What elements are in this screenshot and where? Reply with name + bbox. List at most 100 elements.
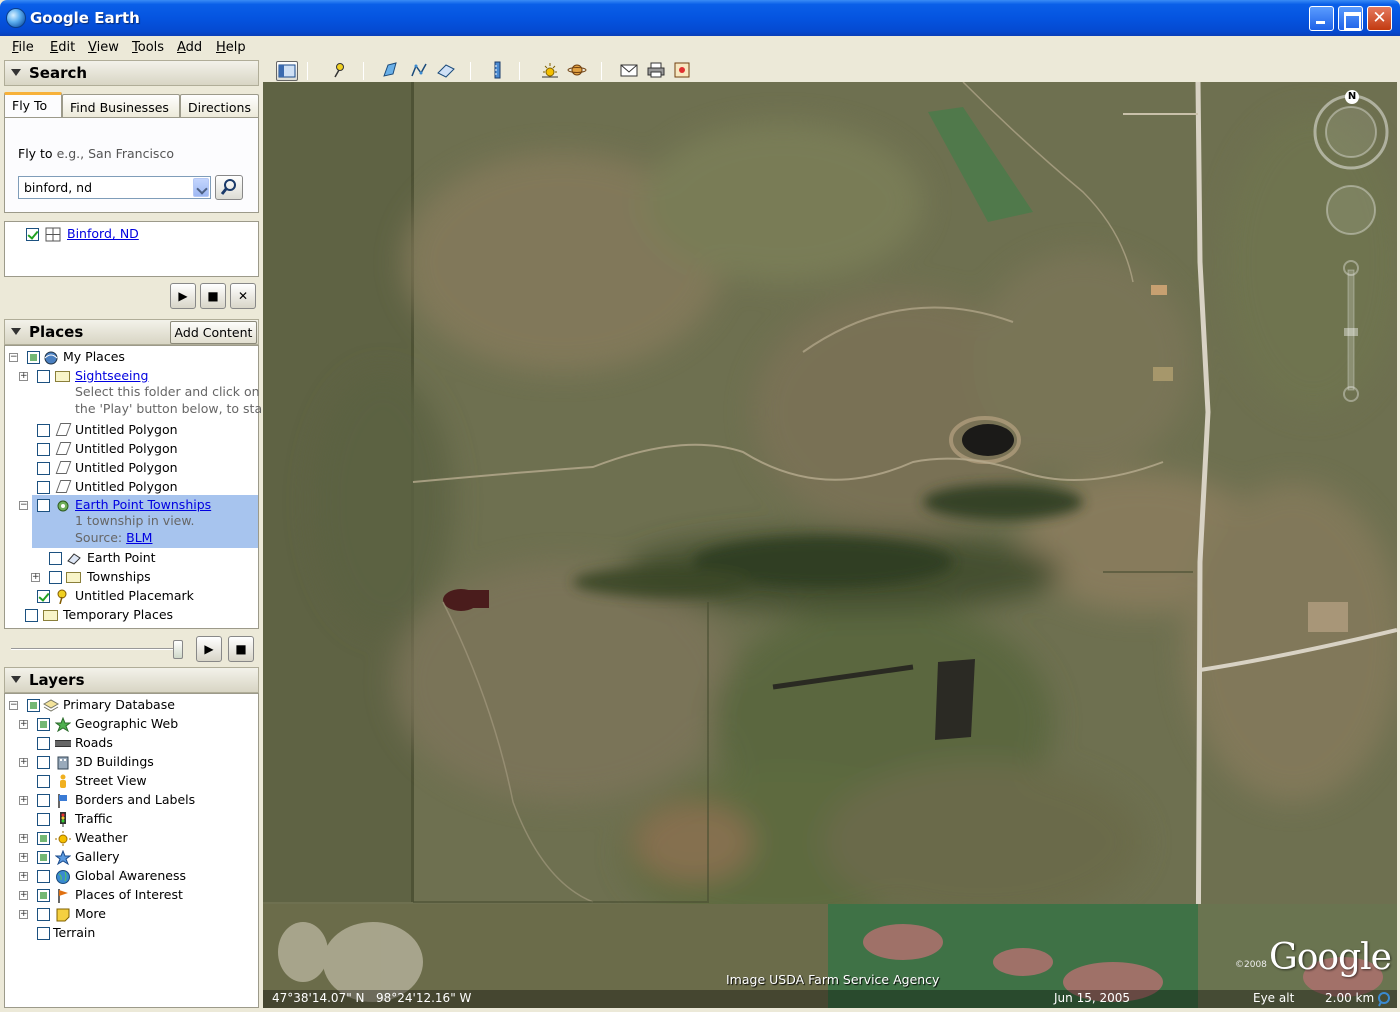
layer-primary-database[interactable]: − Primary Database [7,696,257,715]
maximize-button[interactable] [1338,6,1363,31]
layer-traffic[interactable]: Traffic [19,810,257,829]
print-button[interactable] [646,61,668,81]
navigation-controls[interactable] [1311,90,1391,410]
search-header[interactable]: Search [4,60,259,86]
layer-global-awareness[interactable]: + Global Awareness [19,867,257,886]
expand-node-icon[interactable]: + [19,853,28,862]
places-header[interactable]: Places Add Content [4,319,259,345]
minimize-button[interactable] [1309,6,1334,31]
expand-node-icon[interactable]: + [19,834,28,843]
collapse-node-icon[interactable]: − [9,353,18,362]
checkbox[interactable] [37,775,50,788]
checkbox[interactable] [37,499,50,512]
expand-node-icon[interactable]: + [31,573,40,582]
collapse-node-icon[interactable]: − [9,701,18,710]
checkbox[interactable] [37,443,50,456]
tree-item-placemark[interactable]: Untitled Placemark [19,587,257,606]
result-checkbox[interactable] [26,228,39,241]
sky-mode-button[interactable] [567,61,589,81]
menu-help[interactable]: Help [216,40,246,55]
checkbox[interactable] [37,908,50,921]
menu-edit[interactable]: Edit [50,40,75,55]
expand-node-icon[interactable]: + [19,720,28,729]
close-button[interactable]: ✕ [1367,6,1392,31]
checkbox[interactable] [37,424,50,437]
add-path-button[interactable] [409,61,431,81]
add-placemark-button[interactable] [329,61,351,81]
sidebar-toggle-button[interactable] [276,61,298,81]
checkbox[interactable] [37,889,50,902]
checkbox[interactable] [37,718,50,731]
checkbox[interactable] [37,813,50,826]
tree-item-earth-point[interactable]: Earth Point [31,549,257,568]
compass-north-indicator[interactable]: N [1345,90,1359,104]
expand-node-icon[interactable]: + [19,372,28,381]
expand-node-icon[interactable]: + [19,891,28,900]
layer-weather[interactable]: + Weather [19,829,257,848]
expand-node-icon[interactable]: + [19,872,28,881]
layer-3d-buildings[interactable]: + 3D Buildings [19,753,257,772]
layer-street-view[interactable]: Street View [19,772,257,791]
map-view[interactable]: N Image USDA Farm Service Agency ©2008 G… [263,82,1397,1008]
tree-item-polygon[interactable]: Untitled Polygon [19,459,257,478]
view-in-maps-button[interactable] [672,61,694,81]
layer-terrain[interactable]: Terrain [7,924,257,943]
layer-geographic-web[interactable]: + Geographic Web [19,715,257,734]
result-item[interactable]: Binford, ND [10,225,250,244]
search-button[interactable] [215,175,243,200]
sunlight-button[interactable] [540,61,562,81]
layer-borders-labels[interactable]: + Borders and Labels [19,791,257,810]
layer-more[interactable]: + More [19,905,257,924]
result-link[interactable]: Binford, ND [67,226,139,241]
stop-button[interactable]: ■ [200,283,226,309]
tree-label[interactable]: Earth Point Townships [75,497,211,512]
expand-node-icon[interactable]: + [19,758,28,767]
checkbox[interactable] [27,351,40,364]
menu-file[interactable]: File [12,40,34,55]
add-image-overlay-button[interactable] [436,61,458,81]
play-button[interactable]: ▶ [170,283,196,309]
layer-places-of-interest[interactable]: + Places of Interest [19,886,257,905]
collapse-node-icon[interactable]: − [19,501,28,510]
tree-label[interactable]: Sightseeing [75,368,148,383]
checkbox[interactable] [49,571,62,584]
checkbox[interactable] [37,870,50,883]
places-play-button[interactable]: ▶ [196,636,222,662]
checkbox[interactable] [37,832,50,845]
checkbox[interactable] [37,737,50,750]
places-stop-button[interactable]: ■ [228,636,254,662]
tree-item-polygon[interactable]: Untitled Polygon [19,421,257,440]
tab-directions[interactable]: Directions [180,94,259,118]
tree-item-polygon[interactable]: Untitled Polygon [19,478,257,497]
checkbox[interactable] [49,552,62,565]
add-content-button[interactable]: Add Content [170,321,257,344]
dropdown-arrow-icon[interactable] [193,178,209,197]
checkbox[interactable] [25,609,38,622]
layers-header[interactable]: Layers [4,667,259,693]
checkbox[interactable] [37,927,50,940]
tab-find-businesses[interactable]: Find Businesses [62,94,180,118]
checkbox[interactable] [37,462,50,475]
menu-tools[interactable]: Tools [132,40,164,55]
layer-roads[interactable]: Roads [19,734,257,753]
clear-results-button[interactable]: ✕ [230,283,256,309]
checkbox[interactable] [27,699,40,712]
ruler-button[interactable] [487,61,509,81]
tree-item-temporary-places[interactable]: Temporary Places [7,606,257,625]
email-button[interactable] [619,61,641,81]
checkbox[interactable] [37,370,50,383]
checkbox[interactable] [37,794,50,807]
checkbox[interactable] [37,756,50,769]
tab-fly-to[interactable]: Fly To [4,92,62,119]
tree-item-townships[interactable]: + Townships [31,568,257,587]
tree-item-polygon[interactable]: Untitled Polygon [19,440,257,459]
layer-gallery[interactable]: + Gallery [19,848,257,867]
add-polygon-button[interactable] [381,61,403,81]
fly-to-input[interactable]: binford, nd [18,176,211,199]
menu-add[interactable]: Add [177,40,202,55]
tour-slider-track[interactable] [11,648,181,650]
menu-view[interactable]: View [88,40,119,55]
checkbox[interactable] [37,851,50,864]
expand-node-icon[interactable]: + [19,796,28,805]
tree-item-my-places[interactable]: − My Places [7,348,257,367]
